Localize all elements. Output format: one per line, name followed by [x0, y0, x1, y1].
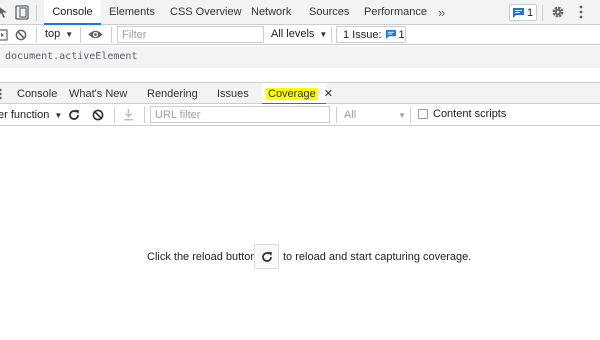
console-live-expression-row: document.activeElement: [0, 46, 600, 68]
empty-state-text-after: to reload and start capturing coverage.: [283, 251, 472, 263]
export-icon[interactable]: [123, 109, 134, 121]
tab-network[interactable]: Network: [251, 0, 291, 25]
divider: [410, 107, 411, 123]
message-icon: [513, 7, 524, 18]
message-icon: [385, 30, 396, 39]
resource-type-select[interactable]: All ▼: [344, 109, 406, 121]
tab-elements[interactable]: Elements: [109, 0, 155, 25]
dropdown-arrow-icon: ▼: [398, 110, 406, 120]
drawer-tab-whats-new[interactable]: What's New: [69, 83, 127, 105]
log-levels-dropdown[interactable]: All levels ▼: [271, 28, 327, 40]
content-scripts-toggle[interactable]: Content scripts: [418, 108, 506, 120]
issues-label: 1 Issue:: [343, 28, 382, 41]
drawer-tab-coverage[interactable]: Coverage ✕: [262, 83, 333, 105]
dropdown-arrow-icon: ▼: [54, 110, 63, 120]
url-filter-input[interactable]: [150, 106, 330, 123]
drawer-tab-console[interactable]: Console: [17, 83, 57, 105]
issues-badge-count: 1: [527, 6, 534, 19]
gear-icon[interactable]: [551, 5, 565, 19]
console-toolbar: top ▼ All levels ▼ 1 Issue: 1: [0, 25, 600, 45]
tab-console[interactable]: Console: [44, 0, 101, 25]
clear-coverage-icon[interactable]: [92, 109, 104, 121]
divider: [111, 27, 112, 43]
resource-type-label: All: [344, 109, 357, 121]
context-selector[interactable]: top ▼: [45, 28, 73, 40]
content-scripts-checkbox[interactable]: [418, 109, 428, 119]
tab-css-overview[interactable]: CSS Overview: [170, 0, 242, 25]
close-icon[interactable]: ✕: [324, 88, 333, 100]
empty-state-text-before: Click the reload button: [147, 251, 257, 263]
more-options-icon[interactable]: [578, 5, 584, 19]
more-tabs-button[interactable]: »: [438, 0, 445, 25]
divider: [144, 107, 145, 123]
coverage-empty-state: Click the reload button to reload and st…: [0, 243, 600, 271]
context-label: top: [45, 28, 61, 40]
divider: [336, 107, 337, 123]
coverage-toolbar: er function ▼ All ▼ Content scripts: [0, 104, 600, 126]
divider: [36, 5, 37, 21]
drawer-menu-icon[interactable]: [0, 88, 2, 100]
reload-icon: [262, 251, 272, 262]
log-levels-label: All levels: [271, 28, 315, 40]
dropdown-arrow-icon: ▼: [65, 29, 74, 39]
divider: [80, 27, 81, 43]
clear-console-icon[interactable]: [15, 29, 27, 41]
issues-counter-button[interactable]: 1 Issue: 1: [336, 26, 406, 43]
dropdown-arrow-icon: ▼: [319, 29, 328, 39]
drawer-tab-issues[interactable]: Issues: [217, 83, 249, 105]
content-scripts-label: Content scripts: [433, 108, 507, 120]
divider: [542, 5, 543, 21]
issues-badge-button[interactable]: 1: [509, 4, 537, 21]
reload-icon[interactable]: [68, 109, 80, 121]
live-expression-text[interactable]: document.activeElement: [5, 51, 137, 62]
device-toolbar-icon[interactable]: [15, 5, 29, 20]
coverage-type-label: er function: [0, 109, 50, 121]
tab-sources[interactable]: Sources: [309, 0, 349, 25]
divider: [114, 107, 115, 123]
drawer-tab-rendering[interactable]: Rendering: [147, 83, 198, 105]
drawer-tab-coverage-label: Coverage: [266, 88, 318, 100]
console-filter-input[interactable]: [117, 26, 264, 43]
inline-reload-button[interactable]: [254, 244, 279, 269]
inspect-element-icon[interactable]: [0, 5, 11, 19]
divider: [36, 27, 37, 43]
sidebar-toggle-icon[interactable]: [0, 29, 8, 41]
issues-count: 1: [398, 28, 405, 41]
tab-performance[interactable]: Performance: [364, 0, 427, 25]
drawer-tab-bar: Console What's New Rendering Issues Cove…: [0, 82, 600, 105]
coverage-type-dropdown[interactable]: er function ▼: [0, 109, 62, 121]
devtools-tab-bar: Console Elements CSS Overview Network So…: [0, 0, 600, 25]
live-expression-eye-icon[interactable]: [88, 29, 103, 40]
divider: [331, 27, 332, 43]
